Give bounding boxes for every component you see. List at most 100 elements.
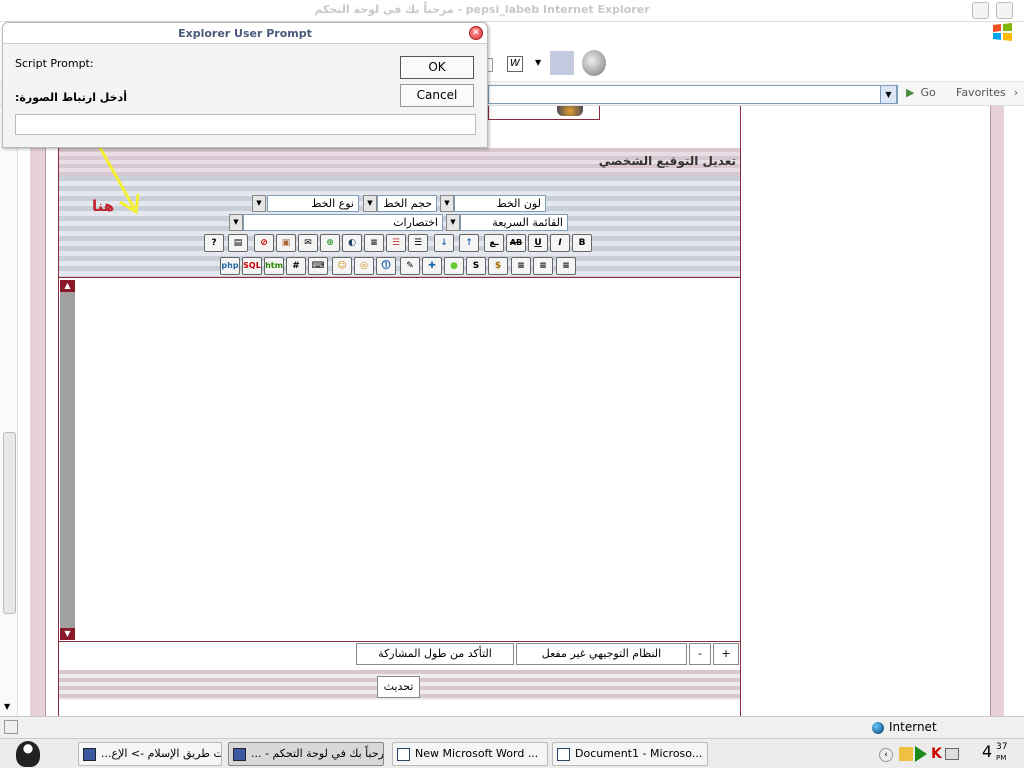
edit-icon[interactable]: ✎	[400, 257, 420, 275]
page-border-left	[30, 106, 46, 716]
prompt-message: أدخل ارتباط الصورة:	[15, 91, 127, 104]
page-icon	[4, 720, 18, 734]
scroll-down-icon[interactable]: ▼	[4, 702, 10, 711]
tray-network-icon[interactable]	[945, 748, 959, 760]
go-button[interactable]: ▶ Go	[906, 86, 952, 103]
font-s-icon[interactable]: S	[466, 257, 486, 275]
htm-button[interactable]: htm	[264, 257, 284, 275]
indent-icon[interactable]: ☰	[408, 234, 428, 252]
hash-icon[interactable]: #	[286, 257, 306, 275]
green-circle-icon[interactable]: ●	[444, 257, 464, 275]
taskbar-item-document1[interactable]: Document1 - Microso...	[552, 742, 708, 766]
align-left-icon[interactable]: ≡	[511, 257, 531, 275]
taskbar-item-label: New Microsoft Word ...	[415, 747, 539, 760]
font-size-select[interactable]: حجم الخط	[377, 195, 437, 212]
status-bar	[0, 716, 1024, 738]
favorites-button[interactable]: Favorites ›	[956, 86, 1020, 103]
kashida-button[interactable]: ـع	[484, 234, 504, 252]
php-button[interactable]: php	[220, 257, 240, 275]
smiley-icon[interactable]: ☺	[332, 257, 352, 275]
word-icon	[397, 748, 410, 761]
keyboard-icon[interactable]: ⌨	[308, 257, 328, 275]
number-icon[interactable]: ⓵	[376, 257, 396, 275]
browser-title-bar: مرحباً بك في لوحة التحكم - pepsi_labeb I…	[0, 0, 1024, 22]
italic-button[interactable]: I	[550, 234, 570, 252]
taskbar-item-tools[interactable]: ...أدوات طريق الإسلام -> الإع	[78, 742, 222, 766]
ie-icon	[233, 748, 246, 761]
strike-button[interactable]: AB	[506, 234, 526, 252]
minus-button[interactable]: -	[689, 643, 711, 665]
globe-icon	[872, 721, 884, 734]
close-icon[interactable]: ✕	[469, 26, 483, 40]
globe-icon[interactable]: ⊕	[320, 234, 340, 252]
image-icon[interactable]: ▣	[276, 234, 296, 252]
chevron-down-icon[interactable]: ▼	[535, 58, 541, 67]
page-border-right	[990, 106, 1004, 716]
go-label: Go	[920, 86, 936, 99]
currency-icon[interactable]: $	[488, 257, 508, 275]
guidance-system-button[interactable]: النظام التوجيهي غير مفعل	[516, 643, 687, 665]
security-zone: Internet	[872, 718, 992, 736]
font-color-select[interactable]: لون الخط	[454, 195, 546, 212]
list-icon[interactable]: ≡	[364, 234, 384, 252]
download-icon[interactable]: ↓	[434, 234, 454, 252]
cancel-button[interactable]: Cancel	[400, 84, 474, 107]
browser-title: مرحباً بك في لوحة التحكم - pepsi_labeb I…	[314, 3, 650, 16]
check-length-button[interactable]: التأكد من طول المشاركة	[356, 643, 514, 665]
move-icon[interactable]: ✚	[422, 257, 442, 275]
editor-scrollbar[interactable]: ▲ ▼	[60, 280, 75, 640]
chevron-left-icon[interactable]: ‹	[879, 748, 893, 762]
font-type-dropdown-icon[interactable]: ▼	[252, 195, 266, 212]
outdent-icon[interactable]: ☰	[386, 234, 406, 252]
image-url-input[interactable]	[15, 114, 476, 135]
font-type-label: نوع الخط	[311, 197, 354, 210]
upload-icon[interactable]: ↑	[459, 234, 479, 252]
maximize-button[interactable]	[996, 2, 1013, 19]
page-scrollbar[interactable]	[0, 106, 18, 716]
security-zone-label: Internet	[889, 720, 937, 734]
shortcuts-dropdown-icon[interactable]: ▼	[229, 214, 243, 231]
shortcuts-select[interactable]: اختصارات	[243, 214, 443, 231]
align-center-icon[interactable]: ≡	[533, 257, 553, 275]
document-icon[interactable]: ▤	[228, 234, 248, 252]
messenger-icon[interactable]	[550, 51, 574, 75]
system-clock[interactable]: 4 37 PM	[982, 742, 1018, 766]
script-prompt-label: Script Prompt:	[15, 57, 94, 70]
font-type-select[interactable]: نوع الخط	[267, 195, 359, 212]
taskbar-item-control-panel[interactable]: ... - مرحباً بك في لوحة التحكم	[228, 742, 384, 766]
page-scrollbar-thumb[interactable]	[3, 432, 16, 614]
signature-textarea[interactable]	[75, 280, 740, 640]
favorites-label: Favorites	[956, 86, 1006, 99]
email-icon[interactable]: ✉	[298, 234, 318, 252]
word-icon[interactable]: W	[507, 56, 523, 72]
scroll-down-icon[interactable]: ▼	[60, 628, 75, 640]
tool-icon[interactable]	[582, 50, 606, 76]
underline-button[interactable]: U	[528, 234, 548, 252]
flash-icon[interactable]: ⊘	[254, 234, 274, 252]
address-input[interactable]	[488, 85, 898, 104]
tray-mail-icon[interactable]	[899, 747, 913, 761]
signature-header: تعديل التوقيع الشخصي	[59, 148, 740, 176]
font-size-dropdown-icon[interactable]: ▼	[363, 195, 377, 212]
taskbar-item-word-new[interactable]: New Microsoft Word ...	[392, 742, 548, 766]
quick-list-select[interactable]: القائمة السريعة	[460, 214, 568, 231]
font-color-dropdown-icon[interactable]: ▼	[440, 195, 454, 212]
sql-button[interactable]: SQL	[242, 257, 262, 275]
bold-button[interactable]: B	[572, 234, 592, 252]
tray-play-icon[interactable]	[915, 746, 927, 762]
plus-button[interactable]: +	[713, 643, 739, 665]
update-button[interactable]: تحديث	[377, 676, 420, 698]
quick-list-dropdown-icon[interactable]: ▼	[446, 214, 460, 231]
clock-minute: 37	[996, 742, 1008, 752]
tray-k-icon[interactable]: K	[931, 746, 942, 762]
target-icon[interactable]: ◎	[354, 257, 374, 275]
minimize-button[interactable]	[972, 2, 989, 19]
scroll-up-icon[interactable]: ▲	[60, 280, 75, 292]
dialog-title: Explorer User Prompt	[178, 27, 312, 40]
sphere-icon[interactable]: ◐	[342, 234, 362, 252]
start-penguin-icon[interactable]	[16, 741, 40, 767]
align-justify-icon[interactable]: ≡	[556, 257, 576, 275]
address-dropdown-icon[interactable]: ▼	[880, 85, 897, 104]
help-icon[interactable]: ?	[204, 234, 224, 252]
ok-button[interactable]: OK	[400, 56, 474, 79]
